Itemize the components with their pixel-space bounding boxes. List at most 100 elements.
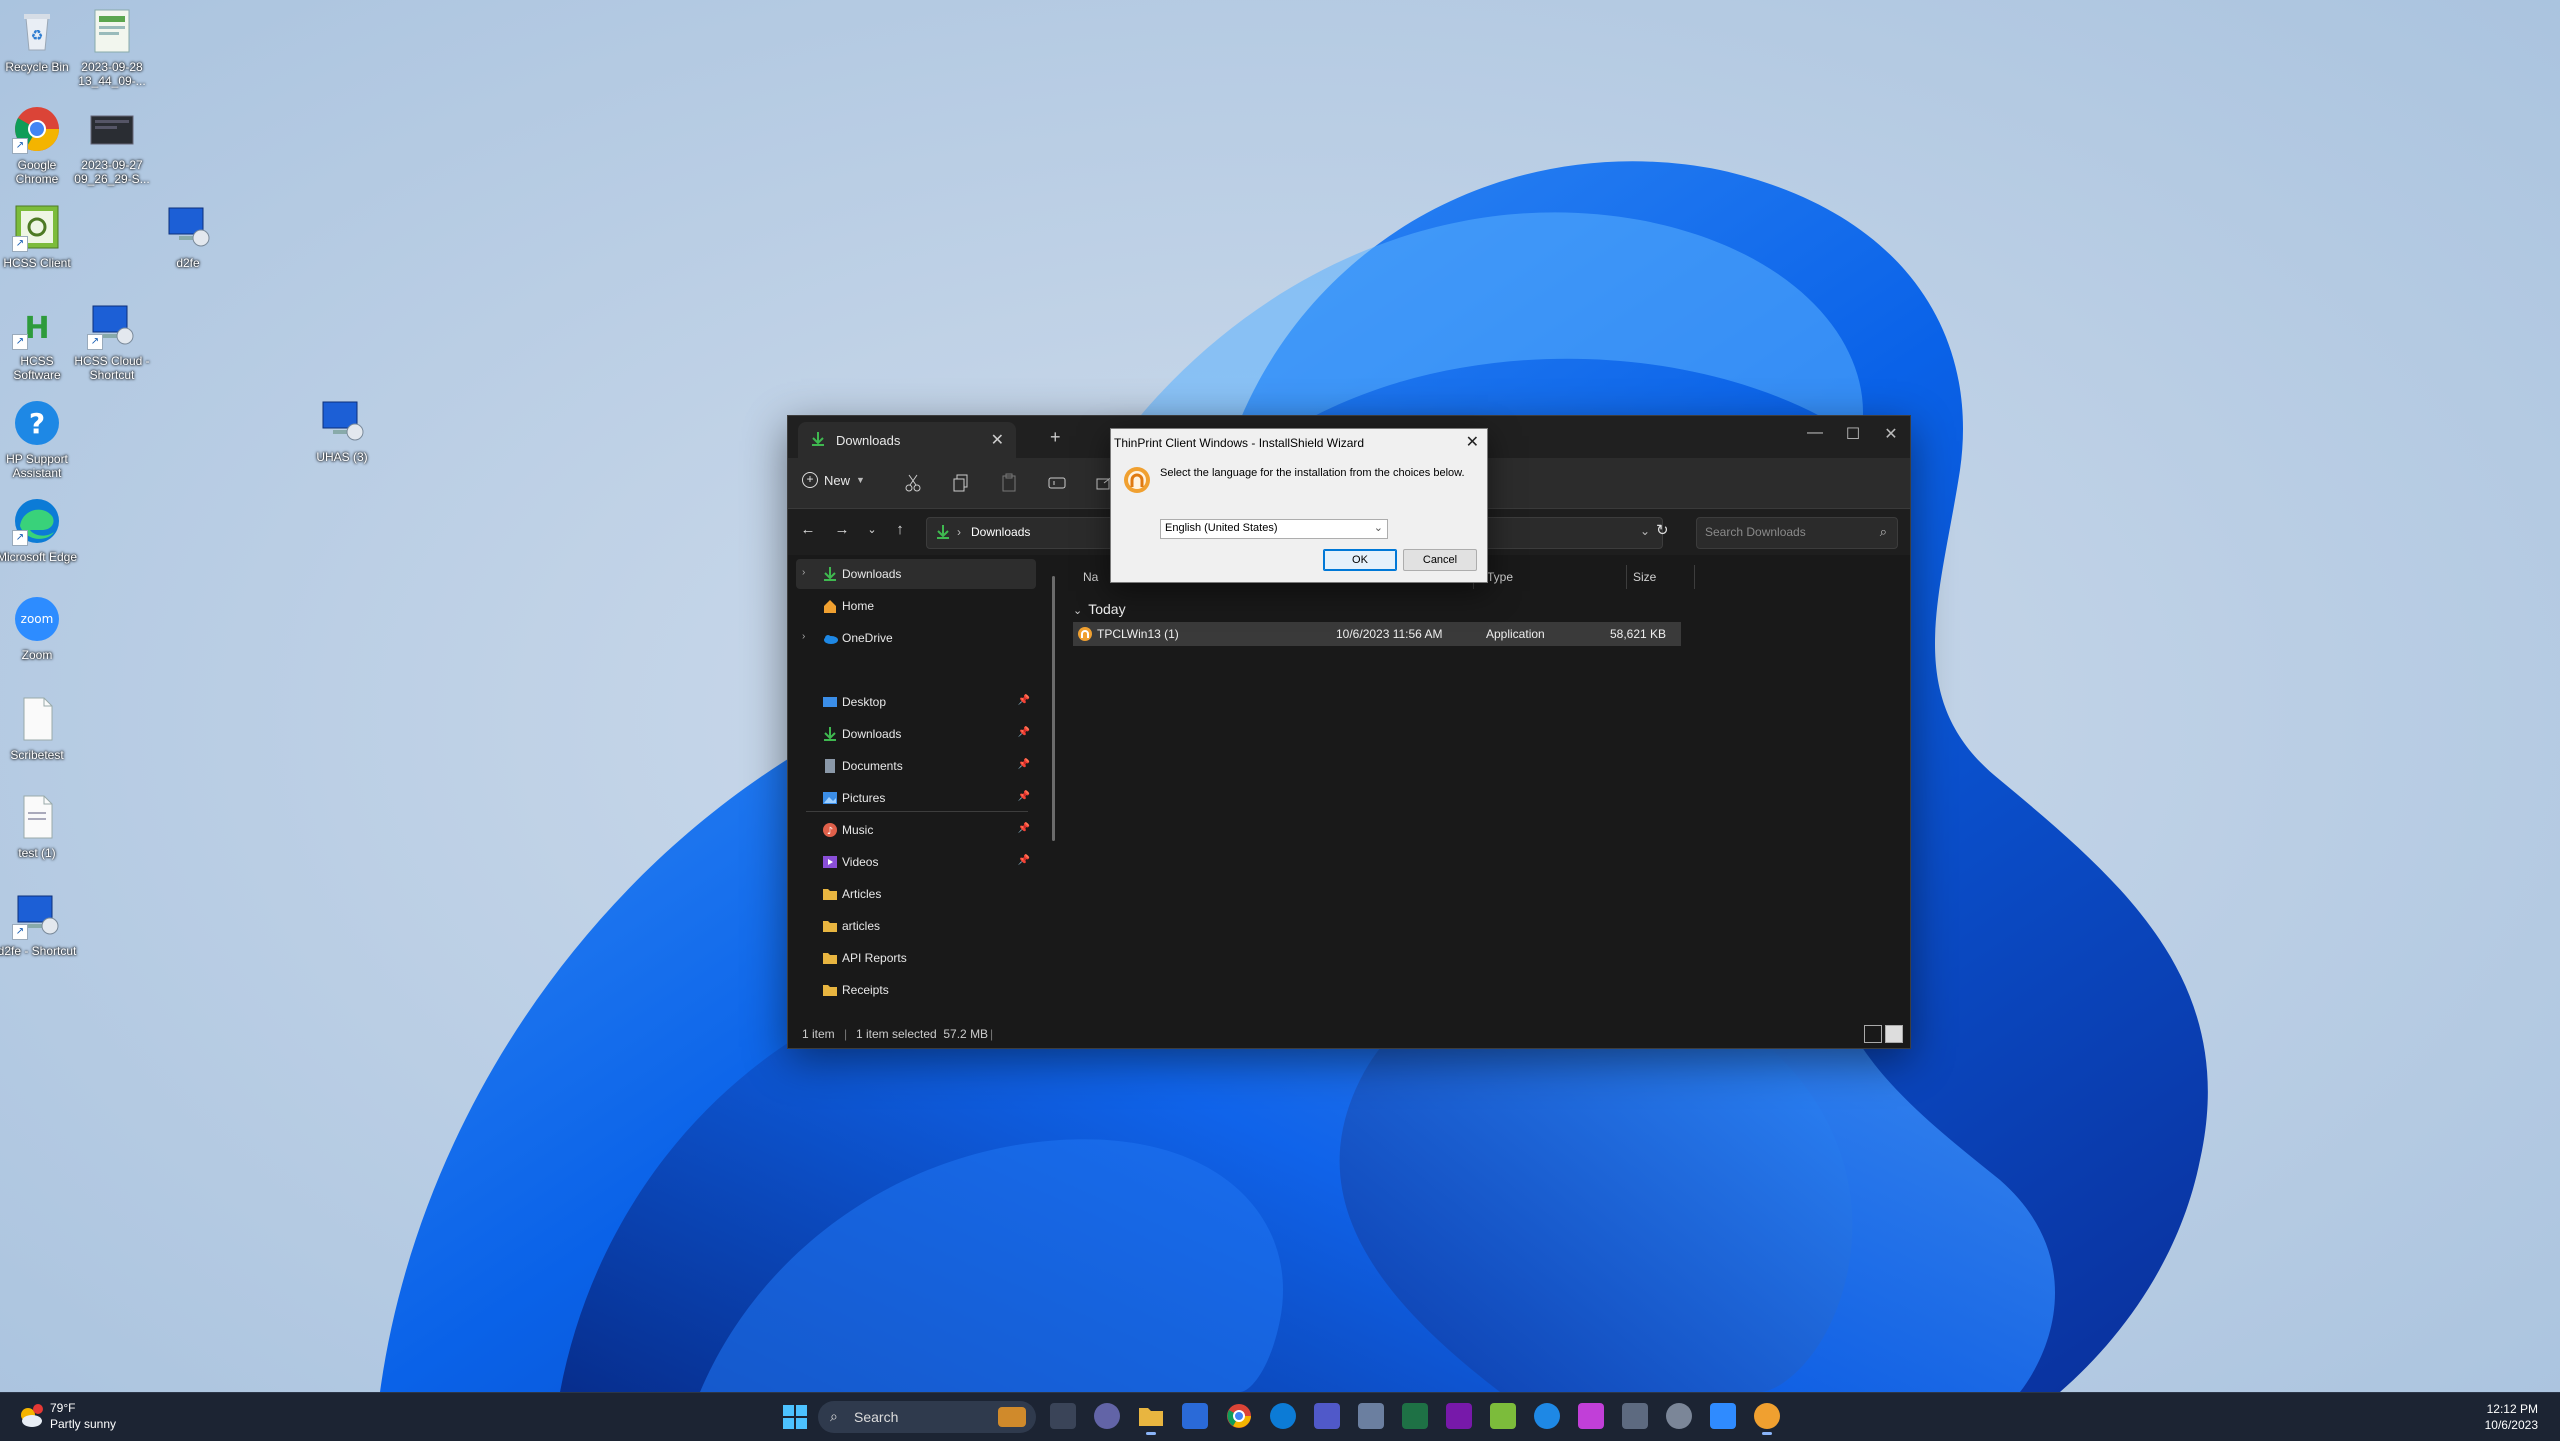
ok-button[interactable]: OK [1323,549,1397,571]
details-view-icon[interactable] [1864,1025,1882,1043]
pin-icon[interactable]: 📌 [1018,727,1030,738]
installer-app-icon [1077,626,1093,647]
forward-arrow-icon[interactable]: → [830,521,854,538]
pin-icon[interactable]: 📌 [1018,695,1030,706]
desktop-icon-microsoft-edge[interactable]: ↗ Microsoft Edge [0,496,79,564]
desktop-icon-recycle-bin[interactable]: ♻ Recycle Bin [0,6,79,74]
desktop-icon-d2fe-shortcut[interactable]: ↗ d2fe - Shortcut [0,890,79,958]
edge-icon[interactable] [1270,1403,1296,1429]
expand-chevron-icon[interactable]: › [802,631,805,642]
teams-icon[interactable] [1314,1403,1340,1429]
maximize-button[interactable]: ☐ [1833,424,1873,444]
installer-app-icon[interactable] [1754,1403,1780,1435]
window-app-icon[interactable] [1710,1403,1736,1429]
desktop-icon-hcss-cloud[interactable]: ↗ HCSS Cloud - Shortcut [70,300,154,382]
pin-icon[interactable]: 📌 [1018,855,1030,866]
onenote-icon[interactable] [1446,1403,1472,1429]
installshield-dialog[interactable]: ThinPrint Client Windows - InstallShield… [1110,428,1488,583]
copy-icon[interactable] [950,472,972,494]
close-icon[interactable]: ✕ [1466,432,1479,452]
cut-icon[interactable] [902,472,924,494]
nav-item-desktop[interactable]: Desktop 📌 [796,687,1036,717]
column-separator[interactable] [1626,565,1627,589]
column-header-type[interactable]: Type [1487,570,1513,584]
refresh-icon[interactable]: ↻ [1656,521,1669,539]
nav-item-videos[interactable]: Videos 📌 [796,847,1036,877]
taskbar-search[interactable]: ⌕ Search [818,1401,1036,1433]
nav-item-articles[interactable]: Articles [796,879,1036,909]
file-name: TPCLWin13 (1) [1097,627,1179,641]
desktop-icon-hp-support[interactable]: ? HP Support Assistant [0,398,79,480]
nav-item-receipts[interactable]: Receipts [796,975,1036,1005]
search-input[interactable] [1703,524,1877,540]
nav-item-documents[interactable]: Documents 📌 [796,751,1036,781]
shortcut-arrow-icon: ↗ [87,334,103,350]
cancel-button[interactable]: Cancel [1403,549,1477,571]
column-header-name[interactable]: Na [1083,570,1098,584]
weather-condition: Partly sunny [50,1417,117,1431]
design-app-icon[interactable] [1578,1403,1604,1429]
paste-icon[interactable] [998,472,1020,494]
back-arrow-icon[interactable]: ← [796,521,820,538]
nav-item-onedrive[interactable]: › OneDrive [796,623,1036,653]
up-arrow-icon[interactable]: ↑ [888,521,912,538]
minimize-button[interactable]: — [1795,424,1835,442]
tiles-view-icon[interactable] [1885,1025,1903,1043]
desktop-icon-zoom[interactable]: zoom Zoom [0,594,79,662]
language-select[interactable]: English (United States) ⌄ [1160,519,1388,539]
nav-item-api-reports[interactable]: API Reports [796,943,1036,973]
desktop-icon-scribetest[interactable]: Scribetest [0,694,79,762]
clock-date: 10/6/2023 [2484,1418,2538,1432]
teams-chat-icon[interactable] [1094,1403,1120,1429]
table-row[interactable]: TPCLWin13 (1) 10/6/2023 11:56 AM Applica… [1073,622,1681,646]
windows-start-icon[interactable] [783,1405,807,1434]
pin-icon[interactable]: 📌 [1018,791,1030,802]
column-separator[interactable] [1694,565,1695,589]
group-header-today[interactable]: ⌄ Today [1073,601,1126,617]
breadcrumb-downloads[interactable]: Downloads [971,525,1030,539]
excel-icon[interactable] [1402,1403,1428,1429]
recent-chevron-icon[interactable]: ⌄ [860,523,884,536]
task-view-icon[interactable] [1050,1403,1076,1429]
file-list: Na Type Size ⌄ Today TPCLWin13 (1) 10/6/2… [1063,555,1910,1015]
desktop-icon-test[interactable]: test (1) [0,792,79,860]
nav-item-home[interactable]: Home [796,591,1036,621]
nav-item-downloads-root[interactable]: › Downloads [796,559,1036,589]
desktop-icon-screenshot-1[interactable]: 2023-09-28 13_44_09-... [70,6,154,88]
tab-downloads[interactable]: Downloads ✕ [798,422,1016,458]
desktop-icon-google-chrome[interactable]: ↗ Google Chrome [0,104,79,186]
nav-scrollbar[interactable] [1052,576,1055,841]
nav-item-pictures[interactable]: Pictures 📌 [796,783,1036,813]
zoom-app-icon[interactable] [1534,1403,1560,1429]
desktop-icon-screenshot-2[interactable]: 2023-09-27 09_26_29-S... [70,104,154,186]
pin-icon[interactable]: 📌 [1018,823,1030,834]
nav-item-articles-lower[interactable]: articles [796,911,1036,941]
nav-item-music[interactable]: ♪ Music 📌 [796,815,1036,845]
file-explorer-icon[interactable] [1138,1403,1164,1435]
rename-icon[interactable] [1046,472,1068,494]
desktop-icon-hcss-client[interactable]: ↗ HCSS Client [0,202,79,270]
close-window-button[interactable]: ✕ [1871,424,1911,444]
status-divider: | [990,1027,994,1041]
column-header-size[interactable]: Size [1633,570,1656,584]
nav-item-downloads[interactable]: Downloads 📌 [796,719,1036,749]
music-icon: ♪ [822,822,838,838]
pin-icon[interactable]: 📌 [1018,759,1030,770]
chrome-icon[interactable] [1226,1403,1252,1429]
new-button[interactable]: + New ▼ [802,472,865,488]
search-box[interactable]: ⌕ [1696,517,1898,549]
desktop-icon-hcss-software[interactable]: H ↗ HCSS Software [0,300,79,382]
desktop-icon-d2fe[interactable]: d2fe [146,202,230,270]
new-tab-button[interactable]: + [1050,427,1061,448]
hcss-app-icon[interactable] [1490,1403,1516,1429]
calculator-icon[interactable] [1622,1403,1648,1429]
expand-chevron-icon[interactable]: › [802,567,805,578]
system-clock[interactable]: 12:12 PM 10/6/2023 [2485,1401,2538,1433]
address-dropdown-icon[interactable]: ⌄ [1640,524,1650,538]
image-viewer-icon[interactable] [1358,1403,1384,1429]
close-tab-icon[interactable]: ✕ [991,430,1004,450]
edge-icon: ↗ [12,496,62,546]
microsoft-store-icon[interactable] [1182,1403,1208,1429]
settings-gear-icon[interactable] [1666,1403,1692,1429]
desktop-icon-uhas[interactable]: UHAS (3) [300,396,384,464]
